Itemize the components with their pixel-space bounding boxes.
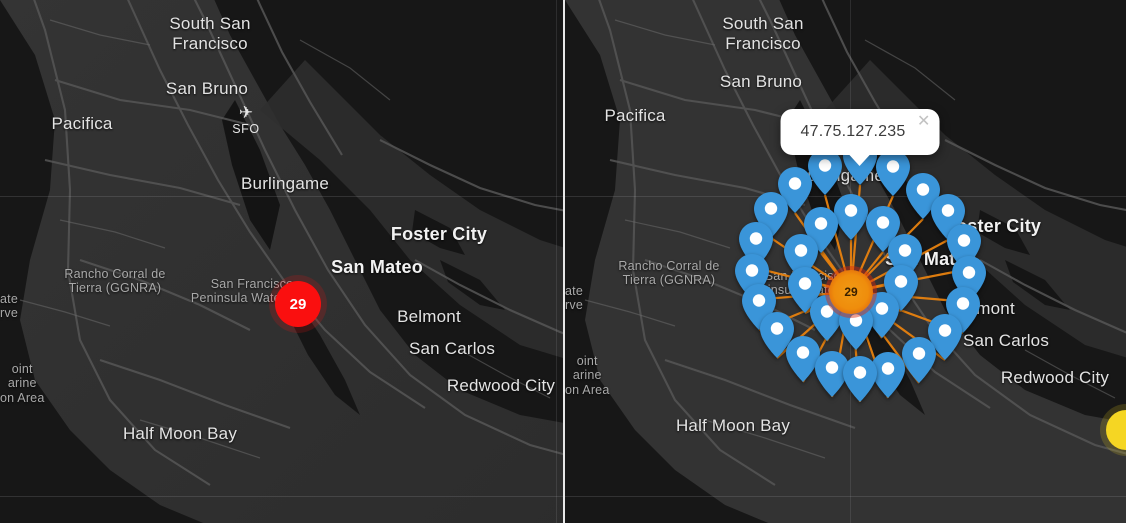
popup-tail bbox=[848, 154, 871, 166]
airport-code: SFO bbox=[232, 122, 260, 136]
label-san-carlos: San Carlos bbox=[408, 339, 496, 358]
label-belmont: Belmont bbox=[397, 307, 461, 326]
popup-bubble: 47.75.127.235 ✕ bbox=[780, 109, 940, 166]
ip-info-popup[interactable]: 47.75.127.235 ✕ bbox=[780, 109, 940, 166]
label-foster-city: Foster City bbox=[390, 224, 488, 244]
graticule-line bbox=[0, 196, 563, 197]
map-pin[interactable] bbox=[843, 356, 877, 402]
graticule-line bbox=[0, 496, 563, 497]
label-south-san-francisco: South San Francisco bbox=[169, 14, 251, 53]
clustered-map-panel[interactable]: South San Francisco San Bruno Pacifica ✈ … bbox=[0, 0, 563, 523]
map-canvas-left[interactable]: South San Francisco San Bruno Pacifica ✈ … bbox=[0, 0, 563, 523]
airport-marker-sfo: ✈ SFO bbox=[232, 103, 260, 136]
dual-map-comparison: South San Francisco San Bruno Pacifica ✈ … bbox=[0, 0, 1126, 523]
land-layer-left bbox=[0, 0, 563, 523]
label-san-mateo: San Mateo bbox=[331, 257, 423, 277]
label-rancho-corral-de-tierra: Rancho Corral de Tierra (GGNRA) bbox=[64, 267, 166, 296]
map-pin[interactable] bbox=[834, 194, 868, 240]
graticule-line-vertical bbox=[556, 0, 557, 523]
spider-legs bbox=[751, 184, 970, 403]
label-pacifica: Pacifica bbox=[51, 114, 113, 133]
map-pin[interactable] bbox=[808, 149, 842, 195]
label-san-bruno: San Bruno bbox=[165, 79, 249, 98]
map-pin[interactable] bbox=[876, 150, 910, 196]
popup-ip-address: 47.75.127.235 bbox=[800, 123, 906, 140]
label-redwood-city: Redwood City bbox=[446, 376, 556, 395]
label-state-preserve-clipped: ate rve bbox=[0, 292, 18, 321]
marker-layer: 29 bbox=[565, 0, 1126, 523]
spider-hub-count: 29 bbox=[829, 270, 873, 314]
label-half-moon-bay: Half Moon Bay bbox=[122, 424, 238, 443]
label-point-marine-area-clipped: oint arine on Area bbox=[0, 362, 45, 405]
airplane-icon: ✈ bbox=[238, 103, 254, 122]
spiderfied-map-panel[interactable]: South San Francisco San Bruno Pacifica Bu… bbox=[563, 0, 1126, 523]
label-burlingame: Burlingame bbox=[241, 174, 329, 193]
close-icon[interactable]: ✕ bbox=[917, 114, 930, 130]
map-canvas-right[interactable]: South San Francisco San Bruno Pacifica Bu… bbox=[565, 0, 1126, 523]
map-pin[interactable] bbox=[902, 337, 936, 383]
cluster-marker-count[interactable]: 29 bbox=[275, 281, 321, 327]
spider-cluster-hub[interactable]: 29 bbox=[825, 266, 877, 318]
cluster-count-label: 29 bbox=[289, 295, 307, 313]
